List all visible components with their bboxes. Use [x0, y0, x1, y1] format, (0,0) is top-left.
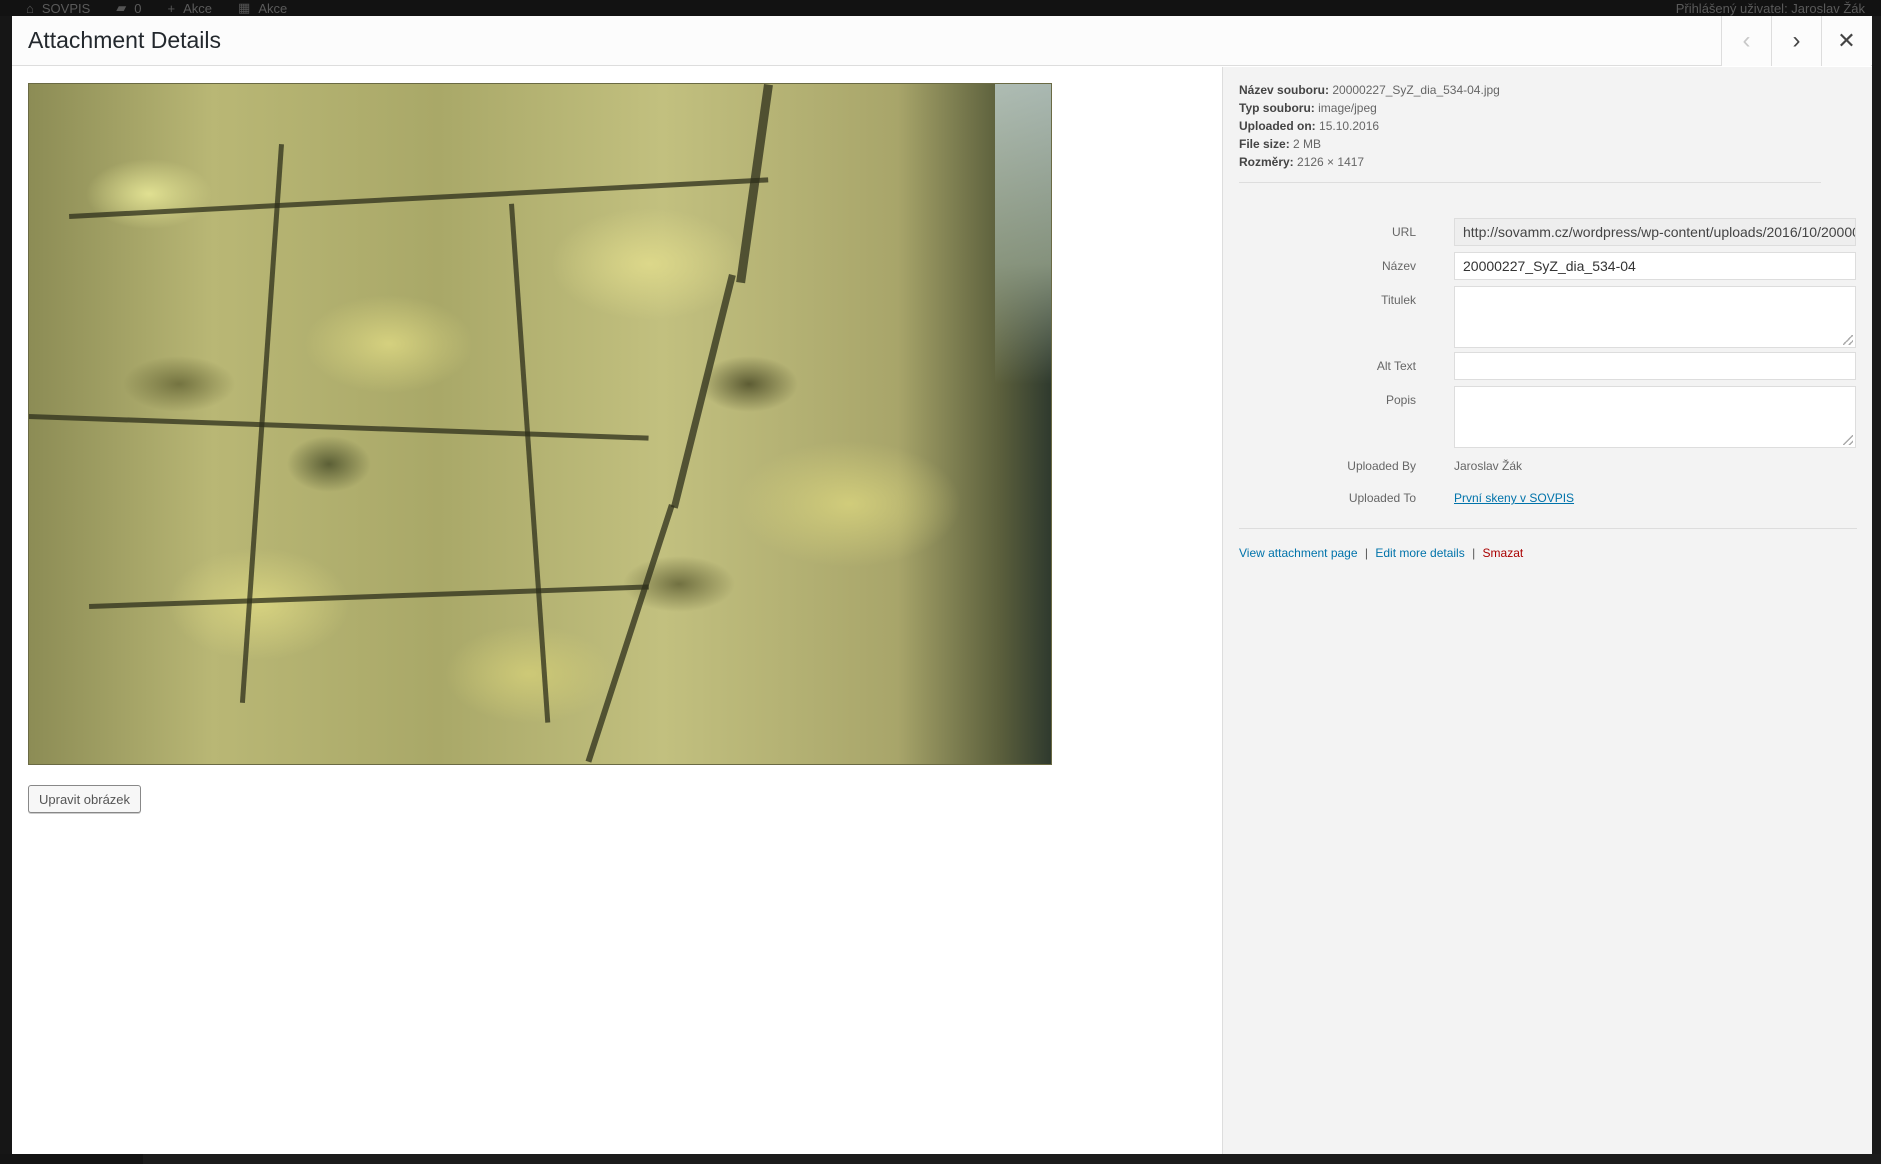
uploaded-by-value: Jaroslav Žák [1454, 459, 1523, 473]
title-label: Název [1381, 259, 1416, 273]
admin-bar-events-label: Akce [258, 0, 288, 16]
resize-grip-icon[interactable] [1843, 335, 1853, 345]
image-crack [69, 177, 769, 219]
url-row: URL http://sovamm.cz/wordpress/wp-conten… [1239, 218, 1872, 248]
modal-header: Attachment Details ‹ › ✕ [12, 16, 1872, 66]
previous-button[interactable]: ‹ [1721, 16, 1771, 66]
plus-icon: + [167, 0, 176, 16]
description-label: Popis [1385, 393, 1416, 407]
detail-filename: Název souboru: 20000227_SyZ_dia_534-04.j… [1239, 83, 1500, 97]
description-textarea[interactable] [1454, 386, 1856, 448]
file-details: Název souboru: 20000227_SyZ_dia_534-04.j… [1239, 81, 1819, 171]
close-button[interactable]: ✕ [1821, 16, 1871, 66]
admin-footer-dimmed [0, 1154, 1881, 1164]
admin-sidebar-dimmed [0, 16, 12, 1164]
attachment-info-sidebar: Název souboru: 20000227_SyZ_dia_534-04.j… [1222, 67, 1872, 1154]
image-sky-region [995, 84, 1051, 384]
image-crack [509, 203, 551, 723]
title-row: Název 20000227_SyZ_dia_534-04 [1239, 252, 1872, 282]
detail-uploaded-on: Uploaded on: 15.10.2016 [1239, 119, 1380, 133]
uploaded-to-link[interactable]: První skeny v SOVPIS [1454, 491, 1574, 505]
admin-bar-new-label: Akce [183, 0, 213, 16]
action-separator: | [1364, 546, 1368, 560]
delete-attachment-link[interactable]: Smazat [1483, 546, 1524, 560]
alt-text-label: Alt Text [1376, 359, 1416, 373]
admin-bar-user[interactable]: Přihlášený uživatel: Jaroslav Žák [1676, 1, 1865, 16]
admin-bar-events[interactable]: ▦ Akce [238, 0, 287, 16]
description-row: Popis [1239, 386, 1872, 450]
uploaded-to-row: Uploaded To První skeny v SOVPIS [1239, 491, 1872, 511]
comment-icon: ▰ [116, 0, 127, 15]
uploaded-by-row: Uploaded By Jaroslav Žák [1239, 459, 1872, 479]
alt-text-row: Alt Text [1239, 352, 1872, 382]
attachment-image [28, 83, 1052, 765]
uploaded-by-label: Uploaded By [1347, 459, 1416, 473]
edit-image-button[interactable]: Upravit obrázek [28, 785, 142, 813]
actions-divider [1239, 528, 1857, 529]
media-preview-area: Upravit obrázek [12, 67, 1222, 1154]
image-crack [670, 274, 736, 509]
admin-bar-comments-count: 0 [134, 0, 142, 16]
detail-file-size: File size: 2 MB [1239, 137, 1322, 151]
uploaded-to-label: Uploaded To [1348, 491, 1416, 505]
close-icon: ✕ [1837, 28, 1856, 53]
alt-text-field[interactable] [1454, 352, 1856, 380]
caption-row: Titulek [1239, 286, 1872, 350]
admin-bar-site-name: SOVPIS [41, 0, 91, 16]
action-separator: | [1472, 546, 1476, 560]
admin-bar-site[interactable]: ⌂ SOVPIS [26, 1, 90, 16]
resize-grip-icon[interactable] [1843, 435, 1853, 445]
admin-bar-comments[interactable]: ▰ 0 [116, 0, 141, 16]
details-divider [1239, 182, 1821, 183]
caption-textarea[interactable] [1454, 286, 1856, 348]
chevron-left-icon: ‹ [1742, 27, 1751, 54]
title-field[interactable]: 20000227_SyZ_dia_534-04 [1454, 252, 1856, 280]
url-field[interactable]: http://sovamm.cz/wordpress/wp-content/up… [1454, 218, 1856, 246]
admin-bar: ⌂ SOVPIS ▰ 0 + Akce ▦ Akce Přihlášený už… [0, 0, 1881, 16]
image-crack [585, 504, 675, 763]
attachment-details-modal: Attachment Details ‹ › ✕ Upravit obrázek [12, 16, 1872, 1154]
edit-more-details-link[interactable]: Edit more details [1375, 546, 1464, 560]
caption-label: Titulek [1381, 293, 1416, 307]
image-crack [89, 584, 649, 609]
next-button[interactable]: › [1771, 16, 1821, 66]
view-attachment-page-link[interactable]: View attachment page [1239, 546, 1358, 560]
home-icon: ⌂ [26, 0, 34, 16]
detail-filetype: Typ souboru: image/jpeg [1239, 101, 1377, 115]
attachment-actions: View attachment page | Edit more details… [1239, 546, 1523, 560]
detail-dimensions: Rozměry: 2126 × 1417 [1239, 155, 1365, 169]
modal-title: Attachment Details [28, 27, 222, 53]
chevron-right-icon: › [1792, 27, 1801, 54]
url-label: URL [1391, 225, 1416, 239]
image-crack [29, 414, 649, 441]
admin-bar-new[interactable]: + Akce [168, 1, 213, 16]
calendar-icon: ▦ [238, 0, 251, 15]
